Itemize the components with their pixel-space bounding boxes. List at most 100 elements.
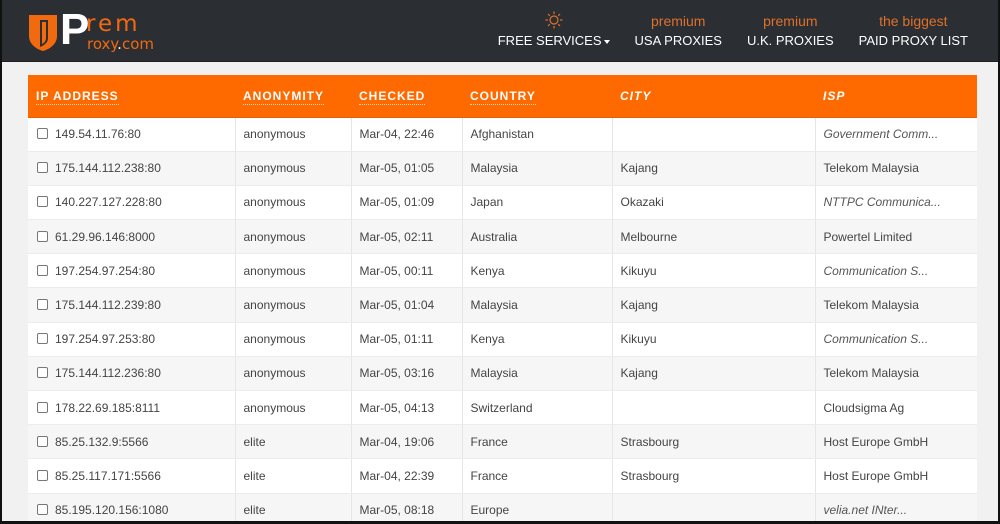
nav-tagline: premium bbox=[763, 13, 818, 29]
isp-cell: NTTPC Communica... bbox=[815, 185, 977, 221]
nav-label: FREE SERVICES bbox=[498, 31, 610, 51]
column-header-checked[interactable]: CHECKED bbox=[351, 75, 462, 118]
main-nav: FREE SERVICES premium USA PROXIES premiu… bbox=[473, 10, 968, 54]
country-cell: Australia bbox=[462, 219, 613, 255]
table-row: 197.254.97.253:80 anonymous Mar-05, 01:11 K… bbox=[28, 322, 977, 357]
sun-icon bbox=[545, 10, 563, 30]
country-cell: Kenya bbox=[462, 322, 613, 357]
nav-label: USA PROXIES bbox=[634, 33, 722, 48]
ip-address: 175.144.112.239:80 bbox=[55, 298, 161, 313]
row-checkbox[interactable] bbox=[37, 469, 48, 481]
table-row: 85.25.117.171:5566 elite Mar-04, 22:39 Fran… bbox=[28, 458, 977, 494]
header-label: CITY bbox=[620, 88, 652, 103]
table-row: 175.144.112.238:80 anonymous Mar-05, 01:05… bbox=[28, 151, 977, 186]
header-label[interactable]: IP ADDRESS bbox=[36, 88, 119, 105]
chevron-down-icon bbox=[603, 39, 610, 44]
top-navbar: P rem roxy.com FREE SERVICES premium USA… bbox=[2, 0, 998, 62]
checked-cell: Mar-05, 01:09 bbox=[351, 185, 463, 221]
country-cell: Malaysia bbox=[462, 356, 613, 392]
city-cell: Kajang bbox=[612, 356, 816, 392]
checked-cell: Mar-04, 19:06 bbox=[351, 424, 463, 460]
ip-address: 197.254.97.254:80 bbox=[55, 263, 156, 278]
row-checkbox[interactable] bbox=[37, 333, 48, 345]
city-cell bbox=[612, 390, 816, 426]
site-logo[interactable]: P rem roxy.com bbox=[28, 8, 180, 54]
nav-usa-proxies[interactable]: premium USA PROXIES bbox=[635, 10, 722, 54]
column-header-anonymity[interactable]: ANONYMITY bbox=[235, 75, 351, 118]
logo-domain: roxy.com bbox=[87, 35, 154, 53]
row-checkbox[interactable] bbox=[37, 162, 48, 174]
city-cell: Okazaki bbox=[612, 185, 816, 221]
anonymity-cell: elite bbox=[235, 424, 352, 460]
header-label[interactable]: ANONYMITY bbox=[243, 88, 324, 105]
ip-cell: 175.144.112.239:80 bbox=[28, 287, 236, 323]
isp-cell: Powertel Limited bbox=[815, 219, 977, 255]
ip-cell: 140.227.127.228:80 bbox=[28, 185, 236, 221]
row-checkbox[interactable] bbox=[37, 264, 48, 276]
city-cell: Kikuyu bbox=[612, 253, 816, 289]
country-cell: France bbox=[462, 424, 613, 460]
city-cell: Strasbourg bbox=[612, 424, 816, 460]
ip-address: 149.54.11.76:80 bbox=[55, 127, 141, 142]
isp-cell: Host Europe GmbH bbox=[815, 424, 977, 460]
shield-icon bbox=[29, 15, 57, 51]
isp-cell: Telekom Malaysia bbox=[815, 356, 977, 392]
nav-tagline: the biggest bbox=[879, 13, 948, 29]
row-checkbox[interactable] bbox=[37, 196, 48, 208]
ip-address: 61.29.96.146:8000 bbox=[55, 229, 156, 244]
ip-address: 85.25.132.9:5566 bbox=[55, 434, 149, 449]
country-cell: Afghanistan bbox=[462, 117, 613, 152]
row-checkbox[interactable] bbox=[37, 504, 48, 516]
ip-cell: 197.254.97.253:80 bbox=[28, 322, 236, 357]
checked-cell: Mar-05, 04:13 bbox=[351, 390, 463, 426]
checked-cell: Mar-05, 02:11 bbox=[351, 219, 463, 255]
ip-cell: 85.25.132.9:5566 bbox=[28, 424, 236, 460]
row-checkbox[interactable] bbox=[37, 230, 48, 242]
header-label[interactable]: CHECKED bbox=[359, 88, 426, 105]
isp-cell: Host Europe GmbH bbox=[815, 458, 977, 494]
nav-label: U.K. PROXIES bbox=[746, 33, 834, 48]
nav-free-services[interactable]: FREE SERVICES bbox=[498, 10, 610, 54]
checked-cell: Mar-04, 22:46 bbox=[351, 117, 463, 152]
checked-cell: Mar-05, 03:16 bbox=[351, 356, 463, 392]
city-cell: Kajang bbox=[612, 151, 816, 186]
ip-cell: 149.54.11.76:80 bbox=[28, 117, 236, 152]
country-cell: Malaysia bbox=[462, 151, 613, 186]
proxy-table-container: IP ADDRESS ANONYMITY CHECKED COUNTRY CIT… bbox=[28, 75, 977, 521]
row-checkbox[interactable] bbox=[37, 128, 48, 140]
anonymity-cell: anonymous bbox=[235, 219, 352, 255]
city-cell bbox=[612, 493, 816, 521]
header-label[interactable]: COUNTRY bbox=[470, 88, 536, 105]
nav-label: PAID PROXY LIST bbox=[858, 33, 968, 48]
ip-cell: 197.254.97.254:80 bbox=[28, 253, 236, 289]
nav-uk-proxies[interactable]: premium U.K. PROXIES bbox=[747, 10, 834, 54]
ip-cell: 61.29.96.146:8000 bbox=[28, 219, 236, 255]
row-checkbox[interactable] bbox=[37, 401, 48, 413]
anonymity-cell: elite bbox=[235, 493, 352, 521]
column-header-ip[interactable]: IP ADDRESS bbox=[28, 75, 235, 118]
column-header-country[interactable]: COUNTRY bbox=[462, 75, 612, 118]
nav-label-text: FREE SERVICES bbox=[497, 33, 602, 48]
nav-paid-proxy-list[interactable]: the biggest PAID PROXY LIST bbox=[859, 10, 968, 54]
row-checkbox[interactable] bbox=[37, 299, 48, 311]
page: P rem roxy.com FREE SERVICES premium USA… bbox=[0, 0, 1000, 524]
city-cell bbox=[612, 117, 816, 152]
anonymity-cell: elite bbox=[235, 458, 352, 494]
table-body: 149.54.11.76:80 anonymous Mar-04, 22:46 Afg… bbox=[28, 117, 977, 521]
isp-cell: Telekom Malaysia bbox=[815, 151, 977, 186]
checked-cell: Mar-05, 01:04 bbox=[351, 287, 463, 323]
ip-cell: 85.195.120.156:1080 bbox=[28, 493, 236, 521]
anonymity-cell: anonymous bbox=[235, 390, 352, 426]
country-cell: Europe bbox=[462, 493, 613, 521]
country-cell: Malaysia bbox=[462, 287, 613, 323]
table-row: 149.54.11.76:80 anonymous Mar-04, 22:46 Afg… bbox=[28, 117, 977, 152]
checked-cell: Mar-05, 01:05 bbox=[351, 151, 463, 186]
anonymity-cell: anonymous bbox=[235, 253, 352, 289]
table-row: 140.227.127.228:80 anonymous Mar-05, 01:09… bbox=[28, 185, 977, 221]
isp-cell: velia.net INter... bbox=[815, 493, 977, 521]
row-checkbox[interactable] bbox=[37, 367, 48, 379]
row-checkbox[interactable] bbox=[37, 435, 48, 447]
ip-address: 197.254.97.253:80 bbox=[55, 332, 156, 347]
anonymity-cell: anonymous bbox=[235, 185, 352, 221]
ip-cell: 175.144.112.238:80 bbox=[28, 151, 236, 186]
